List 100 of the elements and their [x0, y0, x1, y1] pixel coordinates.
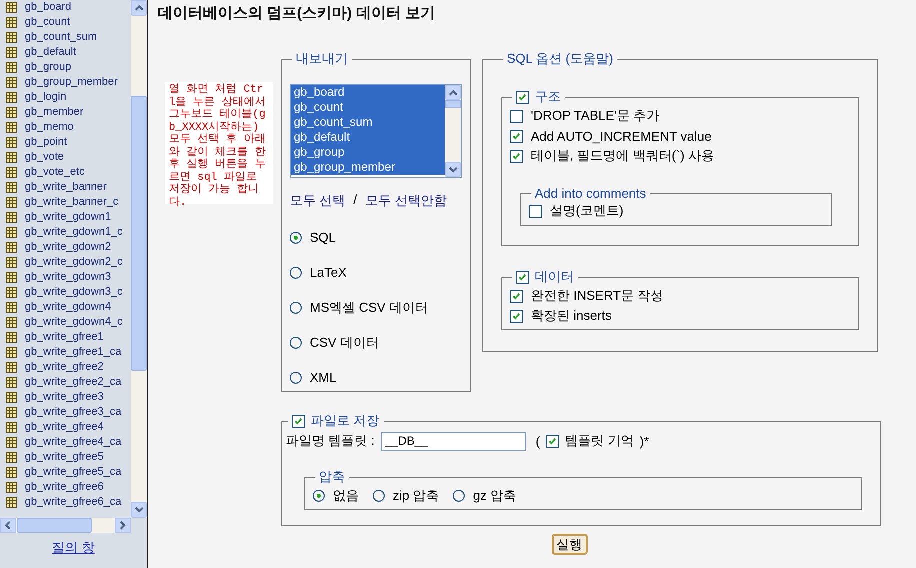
table-link[interactable]: gb_write_gfree5_ca	[25, 466, 122, 479]
checkmark-icon	[548, 436, 558, 446]
table-link[interactable]: gb_vote	[25, 151, 64, 164]
table-icon	[6, 452, 17, 463]
table-link[interactable]: gb_board	[25, 1, 72, 14]
table-link[interactable]: gb_write_gfree4	[25, 421, 104, 434]
table-link[interactable]: gb_write_gfree1	[25, 331, 104, 344]
table-link[interactable]: gb_member	[25, 106, 84, 119]
table-icon	[6, 392, 17, 403]
table-link[interactable]: gb_point	[25, 136, 68, 149]
radio-button[interactable]	[290, 266, 302, 278]
horizontal-scrollbar[interactable]	[0, 518, 131, 533]
table-option[interactable]: gb_default	[291, 130, 445, 145]
table-link[interactable]: gb_write_gdown4_c	[25, 316, 123, 329]
table-icon	[6, 182, 17, 193]
table-link[interactable]: gb_write_gdown1_c	[25, 226, 123, 239]
compression-label: zip 압축	[393, 487, 440, 505]
table-icon	[6, 467, 17, 478]
table-link[interactable]: gb_write_gdown2_c	[25, 256, 123, 269]
table-link[interactable]: gb_write_gfree1_ca	[25, 346, 122, 359]
radio-button[interactable]	[290, 336, 302, 348]
checkbox[interactable]	[510, 290, 523, 302]
format-label: LaTeX	[310, 265, 347, 280]
table-link[interactable]: gb_write_banner	[25, 181, 107, 194]
table-link[interactable]: gb_write_gdown4	[25, 301, 112, 314]
table-icon	[6, 92, 17, 103]
table-link[interactable]: gb_write_gdown3_c	[25, 286, 123, 299]
radio-button[interactable]	[453, 490, 466, 502]
format-label: XML	[310, 370, 337, 385]
table-link[interactable]: gb_write_gfree5	[25, 451, 104, 464]
table-option[interactable]: gb_board	[291, 85, 445, 100]
table-icon	[6, 287, 17, 298]
caret-down-icon	[134, 507, 144, 513]
table-icon	[6, 437, 17, 448]
table-icon	[6, 377, 17, 388]
table-option[interactable]: gb_count	[291, 100, 445, 115]
run-button[interactable]: 실행	[552, 534, 588, 555]
table-icon	[6, 332, 17, 343]
vertical-scrollbar[interactable]	[131, 0, 147, 518]
table-link[interactable]: gb_group	[25, 61, 72, 74]
radio-button[interactable]	[290, 372, 302, 384]
checkbox[interactable]	[510, 110, 523, 122]
table-link[interactable]: gb_write_gfree3_ca	[25, 406, 122, 419]
checkbox[interactable]	[516, 270, 529, 284]
table-link[interactable]: gb_count	[25, 16, 70, 29]
table-icon	[6, 122, 17, 133]
checkbox[interactable]	[510, 130, 523, 142]
filename-field[interactable]: __DB__	[380, 432, 526, 450]
radio-button[interactable]	[290, 232, 302, 244]
table-link[interactable]: gb_write_gfree2_ca	[25, 376, 122, 389]
radio-button[interactable]	[290, 302, 302, 314]
checkmark-icon	[512, 152, 521, 160]
save-file-label: 파일로 저장	[311, 412, 380, 430]
radio-button[interactable]	[373, 490, 385, 502]
table-icon	[6, 257, 17, 268]
table-icon	[6, 407, 17, 418]
scroll-thumb[interactable]	[445, 100, 461, 108]
checkbox[interactable]	[546, 434, 560, 448]
radio-button[interactable]	[313, 490, 325, 502]
table-icon	[6, 242, 17, 253]
checkbox[interactable]	[529, 204, 542, 218]
checkbox[interactable]	[292, 414, 305, 428]
checkbox[interactable]	[510, 150, 523, 162]
table-link[interactable]: gb_count_sum	[25, 31, 98, 44]
deselect-all-link[interactable]: 모두 선택안함	[365, 192, 447, 210]
checkbox[interactable]	[510, 310, 523, 322]
table-link[interactable]: gb_write_gfree6_ca	[25, 496, 122, 509]
checkbox[interactable]	[516, 90, 529, 104]
table-icon	[6, 77, 17, 88]
table-option[interactable]: gb_count_sum	[291, 115, 445, 130]
table-link[interactable]: gb_write_gdown3	[25, 271, 112, 284]
query-window-link[interactable]: 질의 창	[52, 540, 95, 555]
table-icon	[6, 152, 17, 163]
select-all-link[interactable]: 모두 선택	[290, 192, 346, 210]
table-select-list[interactable]: gb_board gb_count gb_count_sum gb_default gb_group gb_group_member	[290, 84, 462, 178]
data-label: 데이터	[535, 268, 574, 286]
checkmark-icon	[518, 272, 527, 282]
table-icon	[6, 422, 17, 433]
table-link[interactable]: gb_group_member	[25, 76, 118, 89]
table-link[interactable]: gb_write_gfree3	[25, 391, 104, 404]
table-icon	[6, 137, 17, 148]
table-icon	[6, 2, 17, 13]
table-link[interactable]: gb_login	[25, 91, 67, 104]
table-link[interactable]: gb_write_gdown2	[25, 241, 112, 254]
table-option[interactable]: gb_group	[291, 145, 445, 160]
table-link[interactable]: gb_write_gdown1	[25, 211, 112, 224]
sql-options-legend[interactable]: SQL 옵션 (도움말)	[503, 50, 618, 68]
table-link[interactable]: gb_write_gfree2	[25, 361, 104, 374]
table-option[interactable]: gb_group_member	[291, 160, 445, 175]
remember-template-label: 템플릿 기억	[565, 432, 634, 450]
table-link[interactable]: gb_write_gfree4_ca	[25, 436, 122, 449]
table-link[interactable]: gb_vote_etc	[25, 166, 85, 179]
table-link[interactable]: gb_default	[25, 46, 76, 59]
checkmark-icon	[512, 132, 521, 140]
list-scrollbar[interactable]	[445, 85, 461, 177]
caret-up-icon	[448, 90, 458, 96]
table-link[interactable]: gb_write_banner_c	[25, 196, 119, 209]
table-link[interactable]: gb_memo	[25, 121, 74, 134]
table-icon	[6, 17, 17, 28]
table-link[interactable]: gb_write_gfree6	[25, 481, 104, 494]
